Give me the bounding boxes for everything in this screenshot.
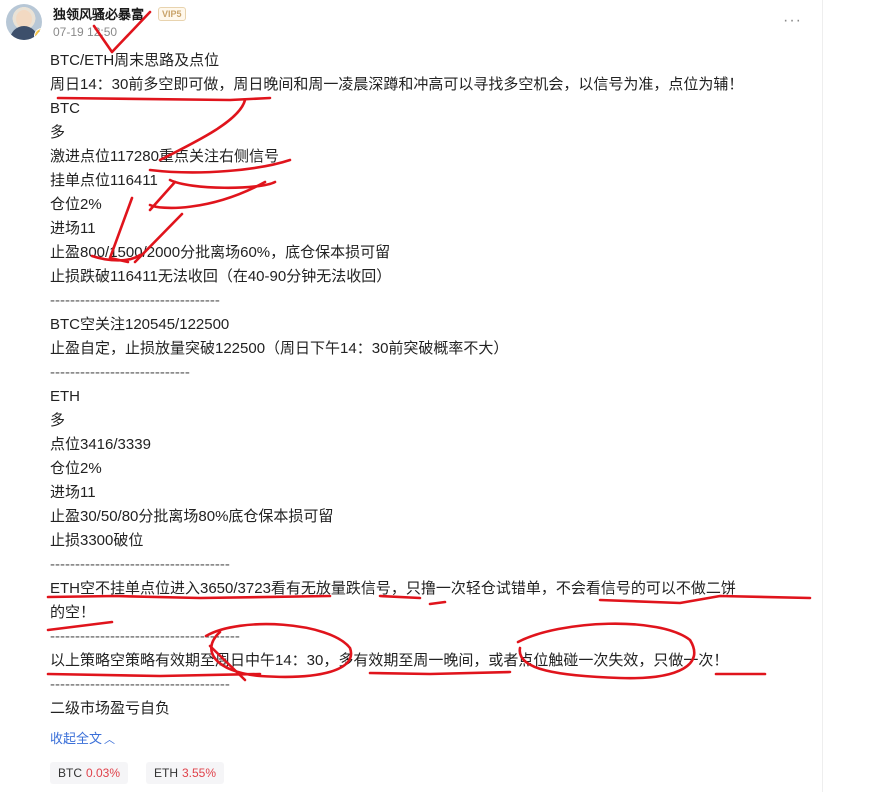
post-line: 进场11 [50, 484, 96, 501]
post-card: V 独领风骚必暴富 VIP5 07-19 12:50 ··· BTC/ETH周末… [0, 0, 823, 792]
post-line: 二级市场盈亏自负 [50, 700, 171, 717]
post-line: BTC空关注120545/122500 [50, 316, 230, 333]
post-line: 止盈自定，止损放量突破122500（周日下午14：30前突破概率不大） [50, 340, 509, 357]
ticker-tag-btc[interactable]: BTC 0.03% [50, 762, 129, 784]
post-time: 07-19 12:50 [53, 25, 118, 39]
chevron-up-icon: ︿ [104, 734, 116, 746]
ticker-change: 3.55% [182, 766, 217, 780]
verified-badge-icon: V [34, 28, 42, 40]
post-line: 仓位2% [50, 460, 102, 477]
post-line: 激进点位117280重点关注右侧信号 [50, 148, 279, 165]
post-line: 的空！ [50, 604, 96, 621]
more-dots-icon[interactable]: ··· [783, 12, 802, 30]
post-line: ETH空不挂单点位进入3650/3723看有无放量跌信号，只撸一次轻仓试错单，不… [50, 580, 736, 597]
post-line: 周日14：30前多空即可做，周日晚间和周一凌晨深蹲和冲高可以寻找多空机会，以信号… [50, 76, 744, 93]
ticker-symbol: ETH [154, 766, 178, 780]
post-line: 止盈30/50/80分批离场80%底仓保本损可留 [50, 508, 334, 525]
collapse-text-label: 收起全文 [50, 731, 103, 746]
vip-badge: VIP5 [158, 7, 186, 21]
divider-line: ---------------------------- [50, 364, 190, 381]
post-content: BTC/ETH周末思路及点位 周日14：30前多空即可做，周日晚间和周一凌晨深蹲… [50, 49, 820, 721]
post-line: 挂单点位116411 [50, 172, 158, 189]
divider-line: ------------------------------------ [50, 556, 230, 573]
post-line: 点位3416/3339 [50, 436, 151, 453]
post-line: BTC/ETH周末思路及点位 [50, 52, 220, 69]
post-line: 止损跌破116411无法收回（在40-90分钟无法收回） [50, 268, 392, 285]
post-line: 进场11 [50, 220, 96, 237]
avatar[interactable]: V [6, 4, 42, 40]
divider-line: ---------------------------------- [50, 292, 220, 309]
divider-line: ------------------------------------ [50, 676, 230, 693]
divider-line: -------------------------------------- [50, 628, 240, 645]
post-line: 仓位2% [50, 196, 102, 213]
post-line: ETH [50, 388, 80, 405]
ticker-tag-eth[interactable]: ETH 3.55% [146, 762, 225, 784]
ticker-change: 0.03% [86, 766, 121, 780]
post-line: 止盈800/1500/2000分批离场60%，底仓保本损可留 [50, 244, 391, 261]
post-line: 多 [50, 124, 66, 141]
username[interactable]: 独领风骚必暴富 [53, 4, 144, 23]
post-line: 止损3300破位 [50, 532, 144, 549]
collapse-text-link[interactable]: 收起全文 ︿ [50, 728, 115, 747]
post-line: BTC [50, 100, 80, 117]
ticker-symbol: BTC [58, 766, 82, 780]
post-line: 以上策略空策略有效期至周日中午14：30，多有效期至周一晚间，或者点位触碰一次失… [50, 652, 729, 669]
post-line: 多 [50, 412, 66, 429]
